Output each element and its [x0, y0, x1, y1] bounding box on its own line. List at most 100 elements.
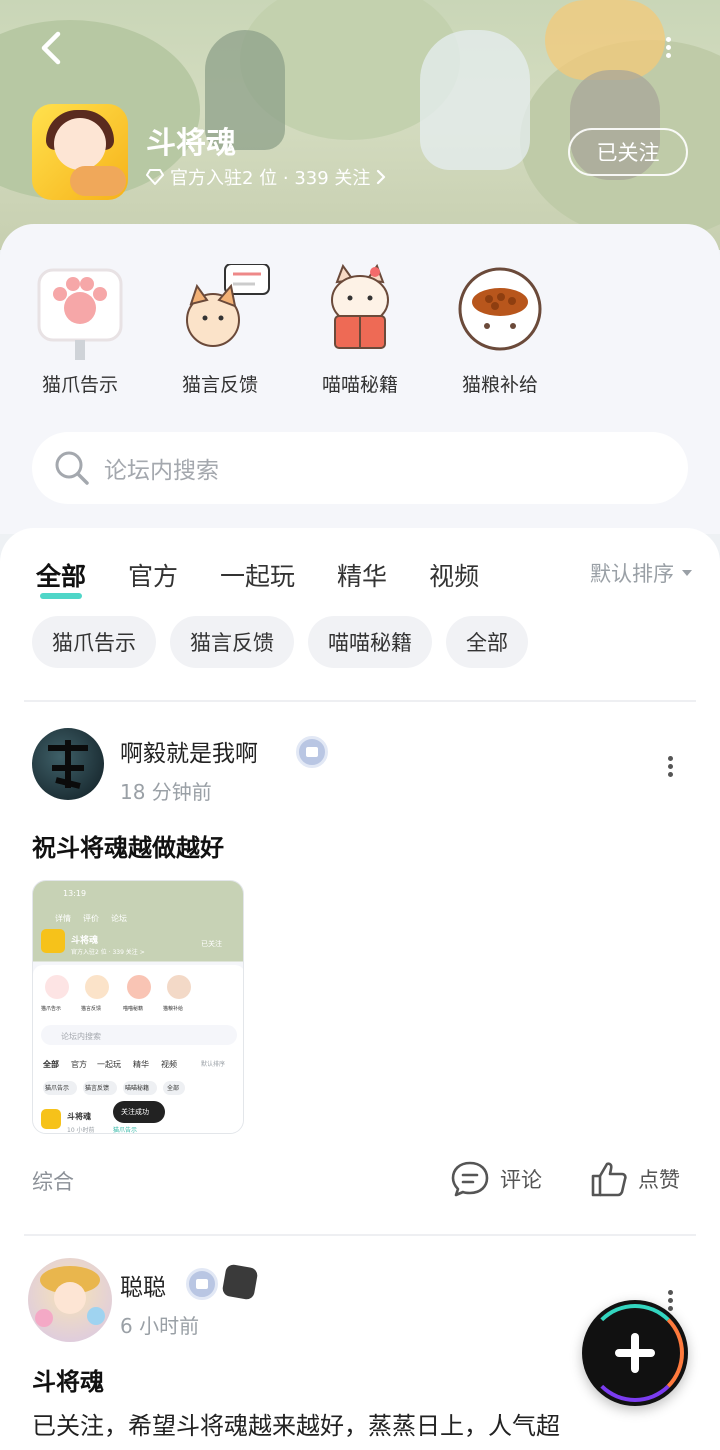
thumb-meta: 官方入驻2 位 · 339 关注 >: [71, 949, 145, 956]
sort-dropdown[interactable]: 默认排序: [590, 558, 692, 588]
post-username[interactable]: 啊毅就是我啊: [120, 734, 258, 768]
thumb-tab2: 官方: [71, 1060, 87, 1069]
follow-button[interactable]: 已关注: [568, 128, 688, 176]
category-label: 猫粮补给: [461, 374, 538, 396]
create-post-button[interactable]: [582, 1300, 688, 1406]
thumb-tab2: 全部: [43, 1060, 59, 1069]
user-level-badge-icon: [186, 1268, 218, 1300]
cat-food-bowl-icon: [455, 264, 545, 354]
post-time: 18 分钟前: [120, 780, 212, 804]
thumb-post-tag: 猫爪告示: [113, 1127, 138, 1134]
thumb-paw-icon: [45, 975, 69, 999]
chip-feedback[interactable]: 猫言反馈: [170, 616, 294, 668]
caret-down-icon: [682, 570, 692, 576]
thumb-chip-label: 猫言反馈: [85, 1085, 110, 1092]
user-level-badge-icon: [296, 736, 328, 768]
thumb-post-meta: 10 小时前: [67, 1127, 95, 1134]
paw-sign-icon: [35, 264, 125, 360]
post-username[interactable]: 聪聪: [120, 1268, 166, 1302]
thumb-toast-text: 关注成功: [121, 1108, 149, 1116]
divider: [24, 1234, 696, 1236]
like-button[interactable]: 点赞: [590, 1160, 680, 1198]
diamond-icon: [146, 169, 164, 185]
post-body[interactable]: 已关注，希望斗将魂越来越好，蒸蒸日上，人气超: [32, 1406, 560, 1441]
post-time: 6 小时前: [120, 1314, 200, 1338]
chip-guide[interactable]: 喵喵秘籍: [308, 616, 432, 668]
more-options-button[interactable]: [660, 34, 676, 64]
thumb-follow: 已关注: [201, 940, 222, 948]
category-item-feedback[interactable]: 猫言反馈: [160, 263, 280, 397]
thumb-search-text: 论坛内搜索: [61, 1032, 101, 1041]
search-icon: [55, 451, 89, 485]
like-label: 点赞: [638, 1168, 680, 1192]
thumb-tab: 详情: [55, 914, 71, 923]
thumb-book-icon: [127, 975, 151, 999]
avatar[interactable]: [28, 1258, 112, 1342]
tab-all[interactable]: 全部: [36, 557, 86, 599]
forum-meta-text: 官方入驻2 位 · 339 关注: [170, 168, 371, 189]
category-item-notice[interactable]: 猫爪告示: [20, 264, 140, 397]
thumb-cat-label: 猫粮补给: [163, 1006, 184, 1012]
thumb-post-avatar: [41, 1109, 61, 1129]
sort-label: 默认排序: [590, 562, 674, 586]
post-title[interactable]: 斗将魂: [32, 1362, 104, 1397]
thumb-tab: 论坛: [111, 914, 127, 923]
filter-chips: 猫爪告示 猫言反馈 喵喵秘籍 全部: [32, 616, 528, 668]
forum-meta-link[interactable]: 官方入驻2 位 · 339 关注: [146, 164, 386, 190]
more-dots-icon: [667, 756, 673, 761]
thumb-tab2: 视频: [161, 1060, 177, 1069]
divider: [24, 700, 696, 702]
chip-all[interactable]: 全部: [446, 616, 528, 668]
thumb-cat-label: 喵喵秘籍: [123, 1006, 144, 1012]
forum-logo: [32, 104, 128, 200]
more-dots-icon: [665, 37, 671, 42]
chevron-left-icon: [41, 31, 61, 65]
back-button[interactable]: [36, 28, 72, 68]
thumb-logo: [41, 929, 65, 953]
user-medal-icon: [221, 1263, 259, 1301]
thumb-sort: 默认排序: [201, 1061, 226, 1068]
thumb-title: 斗将魂: [71, 936, 99, 946]
thumb-chip-label: 喵喵秘籍: [125, 1085, 150, 1092]
thumb-tab2: 精华: [133, 1060, 149, 1069]
chevron-right-icon: [377, 169, 386, 185]
thumb-tab2: 一起玩: [97, 1060, 121, 1069]
post-title[interactable]: 祝斗将魂越做越好: [32, 828, 224, 863]
forum-title: 斗将魂: [146, 126, 236, 161]
post-footer: 综合 评论 点赞: [0, 1160, 720, 1200]
post-category-tag[interactable]: 综合: [32, 1166, 74, 1196]
search-placeholder: 论坛内搜索: [104, 458, 219, 484]
tab-official[interactable]: 官方: [128, 557, 178, 593]
avatar[interactable]: [32, 728, 104, 800]
cat-feedback-icon: [175, 263, 270, 354]
thumb-chip-label: 猫爪告示: [45, 1085, 70, 1092]
feed-tabs: 全部 官方 一起玩 精华 视频: [36, 552, 521, 599]
comment-button[interactable]: 评论: [450, 1160, 542, 1198]
thumb-cat-label: 猫爪告示: [41, 1006, 62, 1012]
comment-label: 评论: [500, 1168, 542, 1192]
post-more-button[interactable]: [664, 754, 676, 780]
tab-video[interactable]: 视频: [429, 557, 479, 593]
category-label: 猫言反馈: [181, 374, 258, 396]
banner-character: [545, 0, 665, 80]
comment-icon: [451, 1161, 489, 1197]
more-dots-icon: [667, 1290, 673, 1295]
thumb-chip-label: 全部: [167, 1085, 180, 1092]
category-label: 喵喵秘籍: [321, 374, 398, 396]
thumbs-up-icon: [591, 1162, 627, 1197]
category-item-supply[interactable]: 猫粮补给: [440, 264, 560, 397]
category-item-guide[interactable]: 喵喵秘籍: [300, 263, 420, 397]
post-image-thumbnail[interactable]: 13:19 详情 评价 论坛 斗将魂 官方入驻2 位 · 339 关注 > 已关…: [32, 880, 244, 1134]
tab-play-together[interactable]: 一起玩: [220, 557, 295, 593]
thumb-bowl-icon: [167, 975, 191, 999]
forum-search-input[interactable]: 论坛内搜索: [32, 432, 688, 504]
cat-book-icon: [315, 263, 405, 354]
thumb-post-user: 斗将魂: [67, 1112, 91, 1121]
thumb-tab: 评价: [83, 914, 99, 923]
thumb-cat-label: 猫言反馈: [81, 1006, 102, 1012]
category-label: 猫爪告示: [41, 374, 118, 396]
tab-featured[interactable]: 精华: [337, 557, 387, 593]
thumb-cat-icon: [85, 975, 109, 999]
banner-character: [420, 30, 530, 170]
chip-notice[interactable]: 猫爪告示: [32, 616, 156, 668]
